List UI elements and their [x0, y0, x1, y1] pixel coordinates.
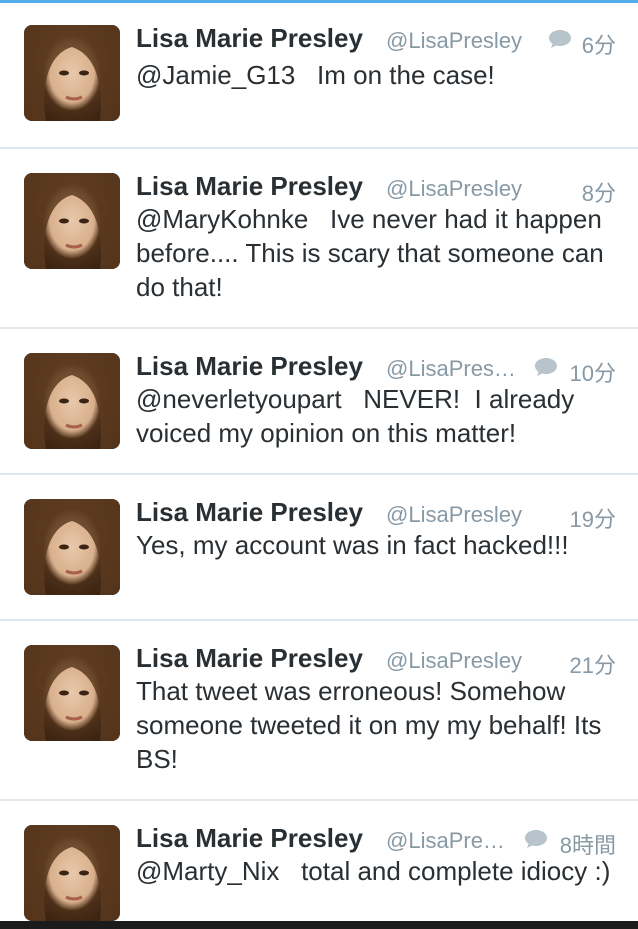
user-name[interactable]: Lisa Marie Presley	[136, 171, 363, 202]
tweet-text: @Jamie_G13 Im on the case!	[136, 60, 495, 90]
user-handle[interactable]: @LisaPre…	[386, 828, 505, 854]
avatar[interactable]	[24, 173, 120, 269]
avatar[interactable]	[24, 825, 120, 921]
tweet-item[interactable]: Lisa Marie Presley @LisaPresley 8分 @Mary…	[0, 149, 638, 329]
avatar[interactable]	[24, 645, 120, 741]
tweet-item[interactable]: Lisa Marie Presley @LisaPre… 8時間 @Marty_…	[0, 801, 638, 921]
tweet-text: That tweet was erroneous! Somehow someon…	[136, 676, 609, 774]
tweet-item[interactable]: Lisa Marie Presley @LisaPresley 21分 That…	[0, 621, 638, 801]
user-name[interactable]: Lisa Marie Presley	[136, 23, 363, 54]
user-name[interactable]: Lisa Marie Presley	[136, 351, 363, 382]
tweet-item[interactable]: Lisa Marie Presley @LisaPres… 10分 @never…	[0, 329, 638, 475]
user-name[interactable]: Lisa Marie Presley	[136, 823, 363, 854]
user-name[interactable]: Lisa Marie Presley	[136, 643, 363, 674]
user-handle[interactable]: @LisaPres…	[386, 356, 516, 382]
user-name[interactable]: Lisa Marie Presley	[136, 497, 363, 528]
conversation-icon	[549, 30, 571, 48]
tweet-text: @MaryKohnke Ive never had it happen befo…	[136, 204, 611, 302]
avatar[interactable]	[24, 25, 120, 121]
avatar[interactable]	[24, 353, 120, 449]
user-handle[interactable]: @LisaPresley	[386, 28, 522, 54]
tweet-text: @Marty_Nix total and complete idiocy :)	[136, 856, 611, 886]
tweet-item[interactable]: Lisa Marie Presley @LisaPresley 19分 Yes,…	[0, 475, 638, 621]
conversation-icon	[535, 358, 557, 376]
user-handle[interactable]: @LisaPresley	[386, 176, 522, 202]
user-handle[interactable]: @LisaPresley	[386, 648, 522, 674]
tweet-item[interactable]: Lisa Marie Presley @LisaPresley 6分 @Jami…	[0, 3, 638, 149]
bottom-edge-bar	[0, 921, 638, 929]
avatar[interactable]	[24, 499, 120, 595]
tweet-text: @neverletyoupart NEVER! I already voiced…	[136, 384, 582, 448]
tweet-text: Yes, my account was in fact hacked!!!	[136, 530, 569, 560]
user-handle[interactable]: @LisaPresley	[386, 502, 522, 528]
timestamp: 6分	[581, 33, 616, 58]
conversation-icon	[525, 830, 547, 848]
